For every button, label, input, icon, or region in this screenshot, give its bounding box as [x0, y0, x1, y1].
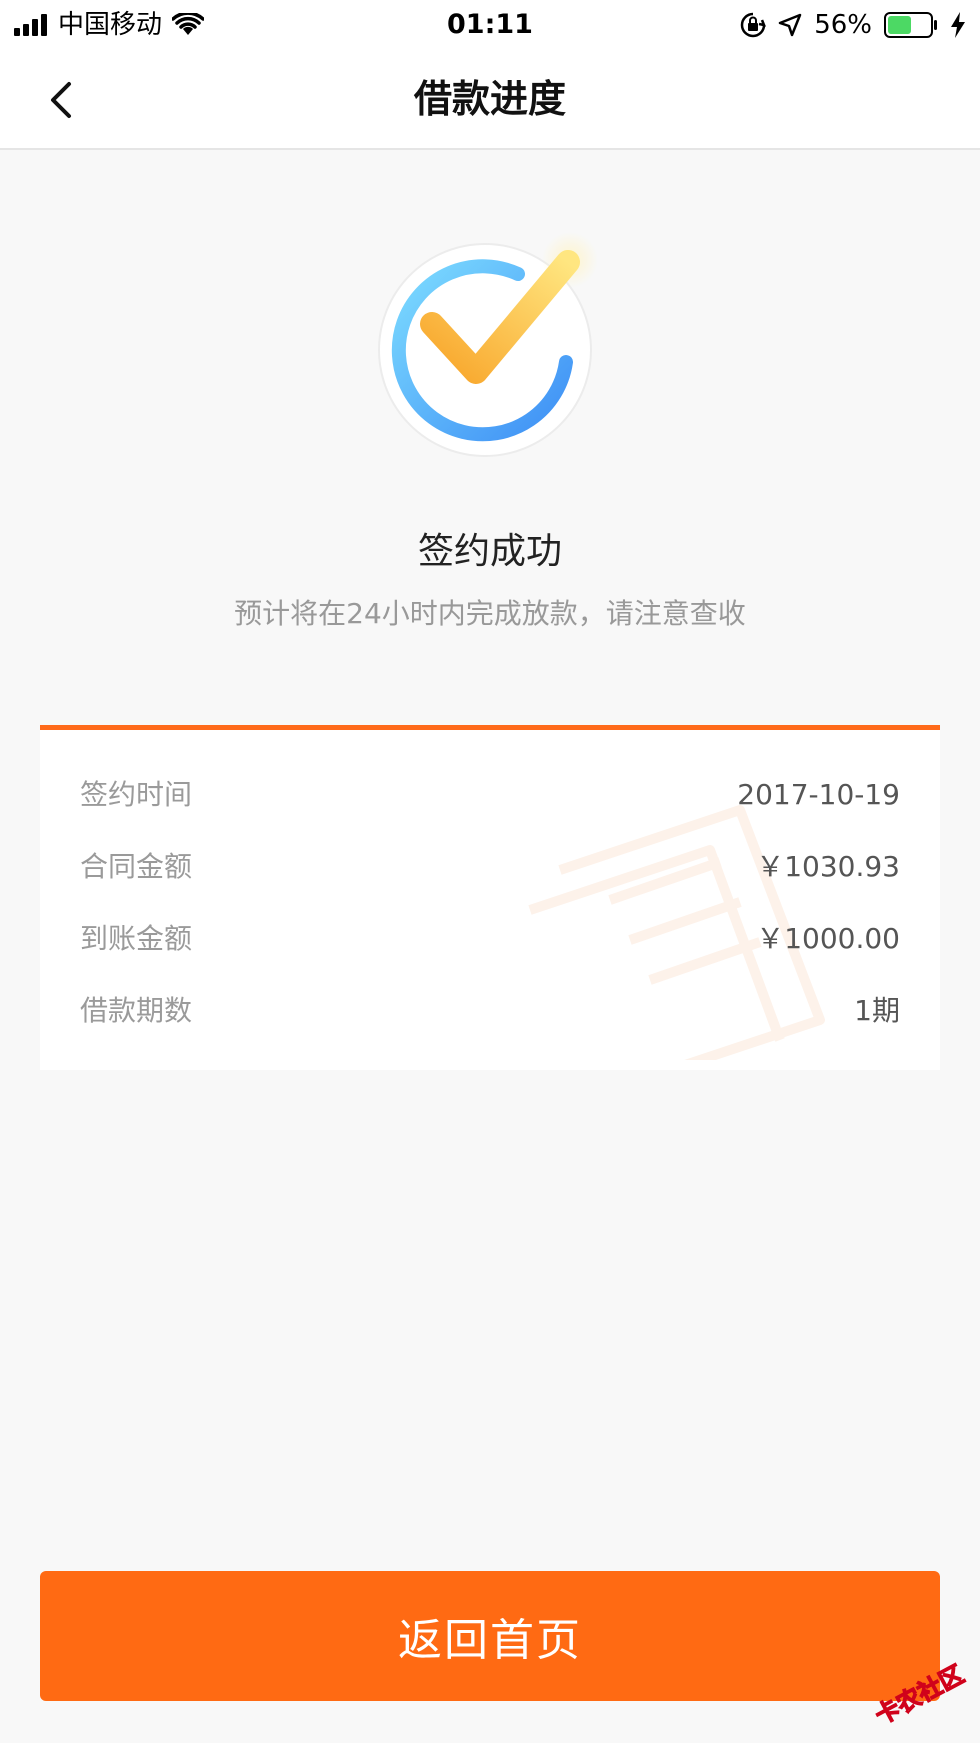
status-bar-right: 56% [740, 6, 966, 44]
detail-row-contract-amount: 合同金额 ￥1030.93 [80, 842, 900, 892]
status-title: 签约成功 [417, 531, 562, 572]
detail-value: ￥1030.93 [756, 850, 900, 883]
detail-label: 签约时间 [80, 778, 193, 811]
detail-label: 到账金额 [80, 922, 193, 955]
loan-details-card: 签约时间 2017-10-19 合同金额 ￥1030.93 到账金额 ￥1000… [40, 725, 940, 1070]
detail-row-loan-periods: 借款期数 1期 [80, 986, 900, 1036]
detail-value: 2017-10-19 [737, 778, 900, 811]
detail-label: 合同金额 [80, 850, 193, 883]
svg-text:卡农社区: 卡农社区 [871, 1660, 969, 1730]
detail-value: 1期 [854, 994, 900, 1027]
battery-icon [884, 12, 937, 38]
detail-value: ￥1000.00 [756, 922, 900, 955]
detail-row-sign-date: 签约时间 2017-10-19 [80, 770, 900, 820]
status-description: 预计将在24小时内完成放款，请注意查收 [234, 597, 746, 630]
page-title: 借款进度 [413, 77, 566, 121]
checkmark-circle-icon [378, 232, 598, 457]
nav-bar: 借款进度 [0, 50, 980, 150]
detail-row-received-amount: 到账金额 ￥1000.00 [80, 914, 900, 964]
site-watermark-logo: 卡农社区 [870, 1660, 969, 1731]
battery-percent: 56% [814, 10, 872, 40]
orientation-lock-icon [740, 12, 767, 38]
location-arrow-icon [778, 13, 802, 37]
detail-label: 借款期数 [80, 994, 193, 1027]
return-home-button[interactable]: 返回首页 [40, 1571, 940, 1701]
charging-bolt-icon [951, 12, 965, 38]
status-bar: 中国移动 01:11 56% [0, 0, 980, 50]
